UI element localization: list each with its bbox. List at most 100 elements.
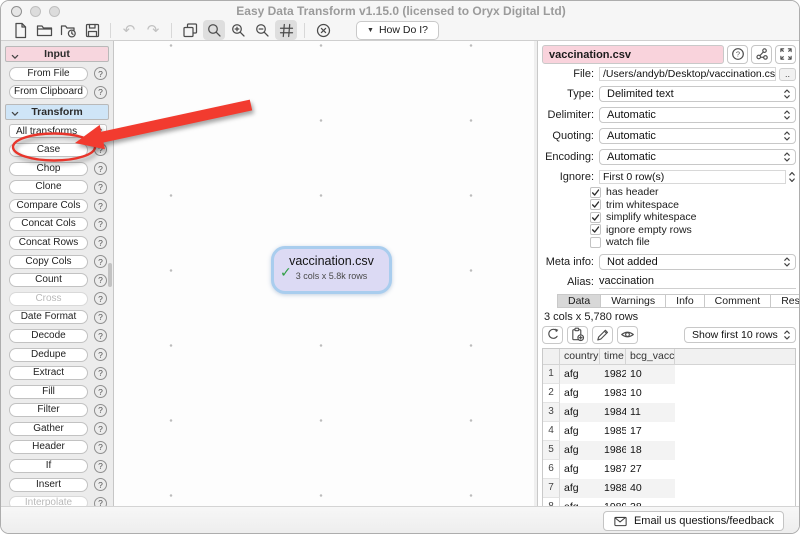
transform-button[interactable]: Dedupe	[9, 348, 88, 362]
help-icon[interactable]: ?	[94, 478, 107, 491]
transform-button[interactable]: Header	[9, 440, 88, 454]
transform-button[interactable]: Gather	[9, 422, 88, 436]
help-icon[interactable]: ?	[94, 292, 107, 305]
transform-button[interactable]: Fill	[9, 385, 88, 399]
help-icon[interactable]: ?	[94, 441, 107, 454]
preview-button[interactable]	[617, 326, 638, 344]
how-do-i-button[interactable]: ▼How Do I?	[356, 21, 439, 40]
redo-button[interactable]: ↷	[142, 20, 164, 40]
open-file-button[interactable]	[33, 20, 55, 40]
table-row[interactable]: 2 afg 1983 10	[543, 384, 795, 403]
table-row[interactable]: 4 afg 1985 17	[543, 422, 795, 441]
transform-button[interactable]: Compare Cols	[9, 199, 88, 213]
help-icon[interactable]: ?	[94, 460, 107, 473]
open-recent-button[interactable]	[57, 20, 79, 40]
transform-button[interactable]: If	[9, 459, 88, 473]
transform-button[interactable]: Concat Rows	[9, 236, 88, 250]
input-section-header[interactable]: Input	[5, 46, 109, 62]
help-icon[interactable]: ?	[94, 497, 107, 506]
meta-info-select[interactable]: Not added	[599, 254, 796, 270]
help-icon[interactable]: ?	[94, 422, 107, 435]
toggle-grid-button[interactable]	[275, 20, 297, 40]
input-button[interactable]: From File	[9, 67, 88, 81]
transform-button[interactable]: Clone	[9, 180, 88, 194]
duplicate-button[interactable]	[179, 20, 201, 40]
column-header[interactable]: time	[600, 349, 626, 364]
transform-button[interactable]: Copy Cols	[9, 255, 88, 269]
help-icon[interactable]: ?	[94, 218, 107, 231]
transform-button[interactable]: Filter	[9, 403, 88, 417]
tab[interactable]: Data	[557, 294, 601, 308]
transform-button[interactable]: Count	[9, 273, 88, 287]
table-row[interactable]: 6 afg 1987 27	[543, 460, 795, 479]
delimiter-select[interactable]: Automatic	[599, 107, 796, 123]
help-icon[interactable]: ?	[94, 162, 107, 175]
tab[interactable]: Info	[665, 294, 705, 308]
help-icon[interactable]: ?	[94, 255, 107, 268]
tab[interactable]: Results	[770, 294, 800, 308]
checkbox[interactable]	[590, 199, 601, 210]
transform-button[interactable]: Cross	[9, 292, 88, 306]
transform-section-header[interactable]: Transform	[5, 104, 109, 120]
help-icon[interactable]: ?	[94, 86, 107, 99]
table-row[interactable]: 7 afg 1988 40	[543, 479, 795, 498]
tab[interactable]: Comment	[704, 294, 772, 308]
help-button[interactable]: ?	[727, 45, 748, 64]
transform-button[interactable]: Interpolate	[9, 496, 88, 506]
new-file-button[interactable]	[9, 20, 31, 40]
table-row[interactable]: 8 afg 1989 38	[543, 498, 795, 507]
help-icon[interactable]: ?	[94, 385, 107, 398]
expand-panel-button[interactable]	[775, 45, 796, 64]
checkbox[interactable]	[590, 224, 601, 235]
transform-filter-select[interactable]: All transforms	[9, 124, 107, 138]
remove-item-button[interactable]	[312, 20, 334, 40]
help-icon[interactable]: ?	[94, 181, 107, 194]
help-icon[interactable]: ?	[94, 67, 107, 80]
ignore-rows-field[interactable]: First 0 row(s)	[599, 170, 786, 184]
transform-button[interactable]: Extract	[9, 366, 88, 380]
table-row[interactable]: 3 afg 1984 11	[543, 403, 795, 422]
help-icon[interactable]: ?	[94, 404, 107, 417]
help-icon[interactable]: ?	[94, 274, 107, 287]
connections-button[interactable]	[751, 45, 772, 64]
quoting-select[interactable]: Automatic	[599, 128, 796, 144]
file-path-field[interactable]: /Users/andyb/Desktop/vaccination.csv	[599, 67, 776, 81]
checkbox[interactable]	[590, 212, 601, 223]
tab[interactable]: Warnings	[600, 294, 666, 308]
zoom-out-button[interactable]	[251, 20, 273, 40]
transform-button[interactable]: Case	[9, 143, 88, 157]
checkbox[interactable]	[590, 237, 601, 248]
transform-button[interactable]: Chop	[9, 162, 88, 176]
ignore-stepper[interactable]	[788, 170, 796, 184]
help-icon[interactable]: ?	[94, 199, 107, 212]
help-icon[interactable]: ?	[94, 236, 107, 249]
help-icon[interactable]: ?	[94, 143, 107, 156]
help-icon[interactable]: ?	[94, 329, 107, 342]
column-header[interactable]: country	[560, 349, 600, 364]
table-row[interactable]: 1 afg 1982 10	[543, 365, 795, 384]
table-row[interactable]: 5 afg 1986 18	[543, 441, 795, 460]
alias-field[interactable]: vaccination	[599, 275, 796, 289]
save-button[interactable]	[81, 20, 103, 40]
checkbox[interactable]	[590, 187, 601, 198]
help-icon[interactable]: ?	[94, 348, 107, 361]
sidebar-scrollbar-thumb[interactable]	[108, 263, 112, 287]
email-feedback-button[interactable]: Email us questions/feedback	[603, 511, 784, 531]
transform-button[interactable]: Date Format	[9, 310, 88, 324]
input-button[interactable]: From Clipboard	[9, 85, 88, 99]
copy-table-button[interactable]	[567, 326, 588, 344]
zoom-tool-button[interactable]	[203, 20, 225, 40]
refresh-button[interactable]	[542, 326, 563, 344]
edit-button[interactable]	[592, 326, 613, 344]
column-header[interactable]: bcg_vacc	[626, 349, 675, 364]
undo-button[interactable]: ↶	[118, 20, 140, 40]
transform-button[interactable]: Concat Cols	[9, 217, 88, 231]
workspace-canvas[interactable]: vaccination.csv 3 cols x 5.8k rows ✓	[115, 41, 534, 506]
rows-shown-select[interactable]: Show first 10 rows	[684, 327, 796, 343]
zoom-in-button[interactable]	[227, 20, 249, 40]
type-select[interactable]: Delimited text	[599, 86, 796, 102]
browse-file-button[interactable]: ..	[779, 68, 796, 81]
dataset-node[interactable]: vaccination.csv 3 cols x 5.8k rows ✓	[271, 246, 392, 294]
help-icon[interactable]: ?	[94, 367, 107, 380]
transform-button[interactable]: Decode	[9, 329, 88, 343]
